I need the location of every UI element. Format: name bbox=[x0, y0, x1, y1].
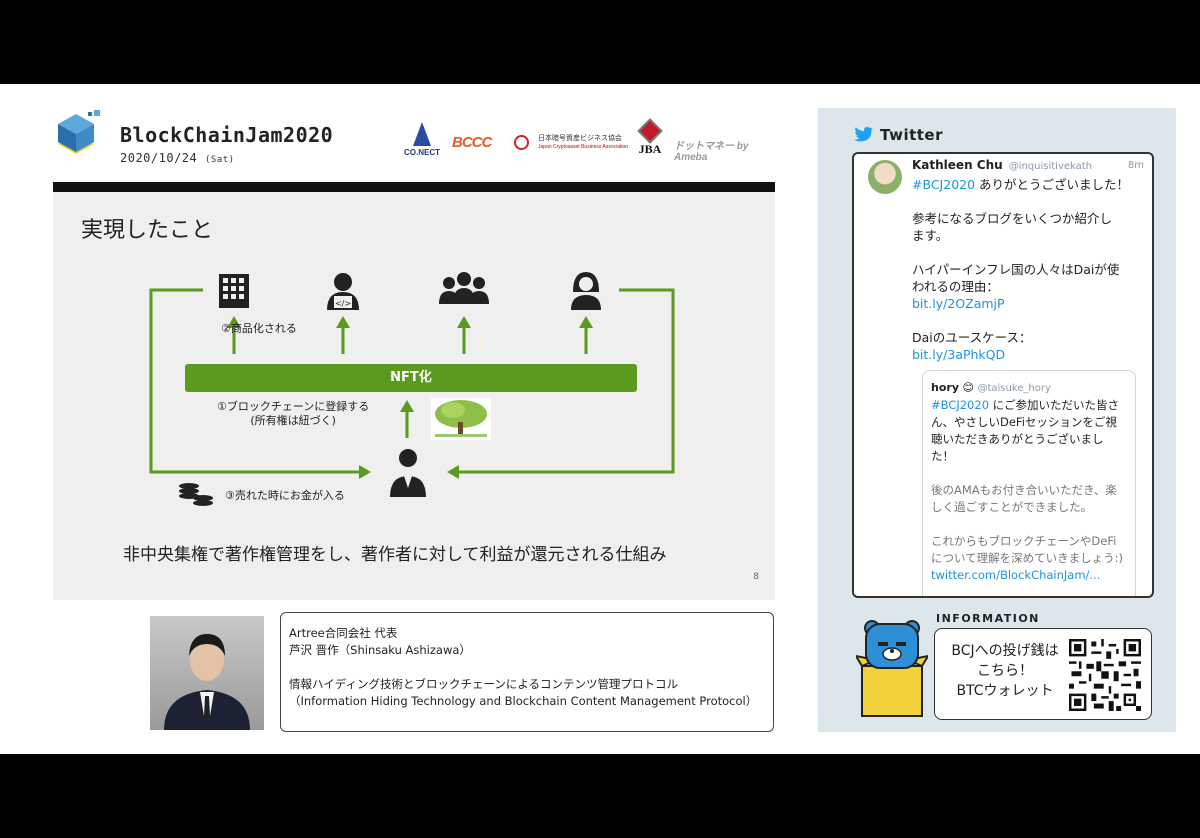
author-icon bbox=[390, 449, 426, 497]
speaker-card: Artree合同会社 代表 芦沢 晋作（Shinsaku Ashizawa） 情… bbox=[280, 612, 774, 732]
speaker-photo bbox=[150, 616, 264, 730]
information-label: INFORMATION bbox=[936, 612, 1040, 625]
sponsor-jba: JBA bbox=[634, 118, 666, 157]
nft-flow-diagram: </> bbox=[149, 272, 675, 506]
sponsor-logos: CO.NECT BCCC 日本暗号資産ビジネス協会 Japan Cryptoass… bbox=[398, 118, 778, 166]
blog-link-1[interactable]: bit.ly/2OZamjP bbox=[912, 295, 1148, 312]
mascot-bear-icon bbox=[856, 620, 928, 717]
blog-link-2[interactable]: bit.ly/3aPhkQD bbox=[912, 346, 1148, 363]
group-icon bbox=[439, 272, 489, 304]
emoji-icon: 😊 bbox=[962, 381, 974, 394]
tweet-body: #BCJ2020 ありがとうございました！ 参考になるブログをいくつか紹介し ま… bbox=[912, 176, 1148, 363]
avatar[interactable] bbox=[868, 160, 902, 194]
page-number: 8 bbox=[753, 572, 759, 582]
step1-label: ①ブロックチェーンに登録する (所有権は紐づく) bbox=[217, 400, 370, 427]
coins-icon bbox=[179, 483, 213, 506]
sponsor-ring-icon bbox=[514, 135, 529, 150]
quote-link[interactable]: twitter.com/BlockChainJam/... bbox=[931, 567, 1127, 584]
speaker-company: Artree合同会社 代表 bbox=[289, 626, 398, 640]
talk-title: 情報ハイディング技術とブロックチェーンによるコンテンツ管理プロトコル bbox=[289, 677, 679, 691]
sponsor-connect: CO.NECT bbox=[398, 122, 446, 157]
slide-top-bar bbox=[53, 182, 775, 192]
presentation-slide: </> 実現したこと NFT化 ②商品化される ①ブロックチェーンに登録する (… bbox=[53, 192, 775, 600]
tweet-author[interactable]: Kathleen Chu bbox=[912, 158, 1003, 172]
sponsor-jcba: 日本暗号資産ビジネス協会 Japan Cryptoasset Business A… bbox=[538, 135, 629, 150]
hashtag-link[interactable]: #BCJ2020 bbox=[912, 177, 975, 192]
quote-hashtag-link[interactable]: #BCJ2020 bbox=[931, 398, 989, 412]
developer-icon: </> bbox=[327, 273, 359, 310]
event-date: 2020/10/24 (Sat) bbox=[120, 151, 235, 165]
svg-text:</>: </> bbox=[335, 299, 351, 308]
tweet-handle[interactable]: @inquisitivekath bbox=[1009, 161, 1092, 172]
tweet-header: Kathleen Chu @inquisitivekath bbox=[912, 158, 1092, 172]
donation-text: BCJへの投げ銭は こちら！ BTCウォレット bbox=[951, 643, 1059, 699]
event-title: BlockChainJam2020 bbox=[120, 123, 334, 147]
tweet-card[interactable]: Kathleen Chu @inquisitivekath 8m #BCJ2020… bbox=[852, 152, 1154, 598]
step2-label: ②商品化される bbox=[221, 322, 297, 335]
tree-image bbox=[431, 398, 491, 440]
step3-label: ③売れた時にお金が入る bbox=[225, 489, 345, 502]
slide-title: 実現したこと bbox=[81, 218, 214, 243]
blockchainjam-logo bbox=[58, 110, 100, 154]
speaker-name: 芦沢 晋作（Shinsaku Ashizawa） bbox=[289, 643, 471, 657]
btc-qr-code[interactable] bbox=[1069, 639, 1141, 711]
quoted-tweet[interactable]: hory 😊 @taisuke_hory #BCJ2020 にご参加いただいた皆… bbox=[922, 370, 1136, 596]
donation-card: BCJへの投げ銭は こちら！ BTCウォレット bbox=[934, 628, 1152, 720]
artist-icon bbox=[571, 272, 601, 310]
twitter-header: Twitter bbox=[880, 126, 943, 144]
sponsor-bccc: BCCC bbox=[452, 134, 492, 151]
tweet-time: 8m bbox=[1127, 160, 1144, 171]
slide-caption: 非中央集権で著作権管理をし、著作者に対して利益が還元される仕組み bbox=[123, 545, 667, 565]
quote-author[interactable]: hory bbox=[931, 381, 959, 394]
quote-handle[interactable]: @taisuke_hory bbox=[977, 383, 1050, 394]
talk-title-en: （Information Hiding Technology and Block… bbox=[289, 694, 758, 708]
building-icon bbox=[219, 274, 249, 308]
sponsor-dotmoney: ドットマネー by Ameba bbox=[674, 141, 749, 163]
nft-label: NFT化 bbox=[390, 370, 432, 385]
